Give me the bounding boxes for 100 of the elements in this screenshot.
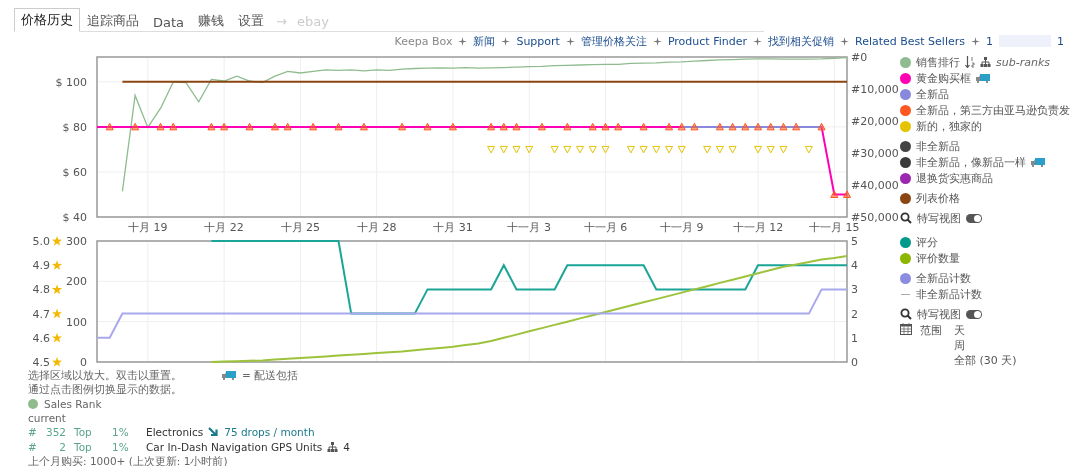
nav-link[interactable]: Keepa Box	[394, 34, 453, 48]
separator-icon	[565, 36, 575, 46]
tab[interactable]: 追踪商品	[80, 9, 146, 32]
separator-icon	[971, 36, 980, 46]
star-icon	[52, 357, 62, 367]
axis-label: 十月 25	[280, 221, 321, 233]
triangle-marker	[690, 122, 699, 131]
search-icon	[900, 308, 912, 320]
triangle-marker	[639, 145, 648, 154]
axis-label: 十一月 9	[660, 221, 704, 233]
triangle-marker	[601, 145, 610, 154]
closeup-label: 特写视图	[917, 306, 961, 322]
triangle-marker	[766, 145, 775, 154]
axis-label: #40,000	[851, 179, 899, 192]
category-link[interactable]: Electronics	[146, 426, 204, 438]
triangle-marker	[525, 145, 534, 154]
nav-link[interactable]: 管理价格关注	[580, 33, 647, 49]
axis-label: 4.9	[32, 259, 50, 273]
star-icon	[52, 284, 62, 294]
nav-link[interactable]: Product Finder	[667, 34, 747, 48]
percent-value: 1%	[112, 441, 130, 453]
legend-label[interactable]: 全新品，第三方由亚马逊负责发	[916, 102, 1070, 118]
category-link[interactable]: Car In-Dash Navigation GPS Units	[146, 441, 323, 453]
nav-link[interactable]: Support	[516, 34, 560, 48]
triangle-marker	[499, 122, 508, 131]
nav-link[interactable]: 1	[1057, 34, 1064, 48]
triangle-marker	[131, 122, 140, 131]
triangle-marker	[588, 145, 597, 154]
axis-label: 十月 19	[128, 221, 168, 233]
legend-label[interactable]: 全新品计数	[916, 270, 971, 286]
closeup-toggle[interactable]	[966, 213, 982, 223]
separator-icon	[501, 36, 511, 46]
triangle-marker	[728, 122, 737, 131]
tab[interactable]: Data	[146, 12, 192, 32]
triangle-marker	[830, 190, 839, 198]
rank-value: 2	[58, 441, 67, 453]
separator-icon	[652, 36, 662, 46]
axis-label: 3	[851, 283, 858, 297]
triangle-marker	[169, 122, 178, 131]
triangle-marker	[309, 122, 318, 131]
nav-link[interactable]: Related Best Sellers	[855, 34, 965, 48]
triangle-marker	[448, 122, 457, 131]
triangle-marker	[639, 122, 648, 131]
axis-label: 十一月 15	[809, 221, 860, 233]
axis-label: 1	[851, 331, 858, 345]
legend-label[interactable]: 非全新品，像新品一样	[916, 154, 1026, 170]
triangle-marker	[601, 122, 610, 131]
legend-label[interactable]: 非全新品	[916, 138, 960, 154]
triangle-marker	[220, 122, 229, 131]
top-text: Top	[74, 426, 93, 438]
triangle-marker	[537, 122, 546, 131]
triangle-marker	[677, 145, 686, 154]
nav-link[interactable]: 1	[986, 34, 993, 48]
axis-label: 5	[851, 235, 858, 248]
triangle-marker	[728, 145, 737, 154]
subcategory-count: 4	[343, 441, 350, 453]
sales-rank-title: Sales Rank	[44, 397, 102, 410]
range-option[interactable]: 全部 (30 天)	[954, 353, 1017, 368]
triangle-marker	[588, 122, 597, 131]
rank-value: 352	[46, 426, 68, 438]
legend-label[interactable]: 退换货实惠商品	[916, 170, 993, 186]
triangle-marker	[779, 122, 788, 131]
tab[interactable]: 设置	[231, 9, 272, 32]
triangle-marker	[703, 145, 712, 154]
axis-label: 十月 31	[433, 221, 473, 233]
axis-label: 5.0	[32, 235, 50, 248]
axis-label: 十一月 3	[507, 221, 551, 233]
legend-label[interactable]: 评分	[916, 234, 938, 250]
star-icon	[52, 260, 62, 270]
legend-label[interactable]: 销售排行	[916, 54, 960, 70]
bought-text: 上个月购买: 1000+ (上次更新: 1小时前)	[28, 454, 228, 466]
closeup-label: 特写视图	[917, 210, 961, 226]
triangle-marker	[677, 122, 686, 131]
triangle-marker	[754, 145, 762, 154]
legend-label[interactable]: 非全新品计数	[916, 286, 982, 302]
hierarchy-icon	[327, 442, 339, 452]
truck-icon	[222, 371, 236, 380]
legend-label[interactable]: 黄金购买框	[916, 70, 971, 86]
nav-link[interactable]: 找到相关促销	[768, 33, 834, 49]
closeup-toggle[interactable]	[966, 309, 982, 319]
legend-label[interactable]: 新的，独家的	[916, 118, 982, 134]
hint-text: = 配送包括	[242, 368, 299, 383]
axis-label: 2	[851, 307, 858, 321]
sort-icon[interactable]	[965, 56, 975, 68]
sub-ranks-label[interactable]: sub-ranks	[996, 55, 1050, 69]
axis-label: 4	[851, 259, 858, 273]
triangle-marker	[792, 122, 801, 131]
nav-link[interactable]: 新闻	[473, 33, 496, 49]
separator-icon	[458, 36, 468, 46]
arrow-text: →	[275, 13, 288, 31]
range-option[interactable]: 周	[954, 338, 1017, 353]
legend-label[interactable]: 列表价格	[916, 190, 960, 206]
tab[interactable]: 价格历史	[14, 8, 80, 32]
legend-label[interactable]: 全新品	[916, 86, 949, 102]
percent-value: 1%	[112, 426, 130, 438]
triangle-marker	[512, 122, 521, 131]
legend-label[interactable]: 评价数量	[916, 250, 960, 266]
axis-label: 300	[66, 235, 87, 248]
range-option[interactable]: 天	[954, 323, 1017, 338]
tab[interactable]: 赚钱	[191, 9, 232, 32]
